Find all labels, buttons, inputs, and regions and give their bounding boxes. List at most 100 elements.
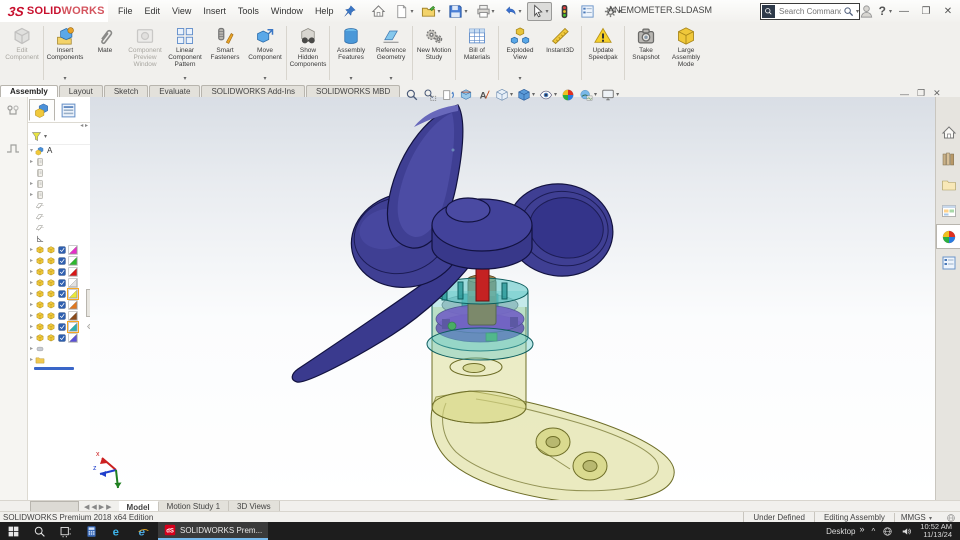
- save-button[interactable]: ▾: [445, 2, 470, 21]
- globe-icon[interactable]: [946, 513, 956, 523]
- appearance-swatch[interactable]: [68, 255, 78, 266]
- assembly-features-button[interactable]: Assembly Features ▾: [331, 22, 371, 84]
- tab-layout[interactable]: Layout: [58, 85, 103, 97]
- tab-assembly[interactable]: Assembly: [0, 85, 58, 97]
- exploded-view-button[interactable]: Exploded View ▾: [500, 22, 540, 84]
- filter-dropdown-caret[interactable]: ▾: [44, 133, 47, 140]
- insert-components-button[interactable]: Insert Components ▾: [45, 22, 85, 84]
- zoom-fit-button[interactable]: [403, 88, 421, 102]
- tray-show-hidden-caret[interactable]: ^: [872, 527, 876, 536]
- appearance-swatch[interactable]: [67, 320, 79, 333]
- insert-components-dropdown-caret[interactable]: ▾: [63, 75, 66, 82]
- menu-window[interactable]: Window: [265, 2, 309, 20]
- expand-arrow[interactable]: ▸: [28, 246, 35, 253]
- save-dropdown-caret[interactable]: ▾: [464, 8, 467, 15]
- select-button[interactable]: ▾: [526, 1, 552, 21]
- apply-scene-button[interactable]: ▾: [577, 88, 599, 102]
- exploded-view-dropdown-caret[interactable]: ▾: [518, 75, 521, 82]
- tab-nav-arrows[interactable]: ◀◀▶▶: [79, 503, 119, 511]
- pane-right-icon[interactable]: [882, 88, 893, 99]
- appearance-swatch[interactable]: [68, 266, 78, 277]
- tree-row[interactable]: [28, 200, 90, 211]
- annotations-button[interactable]: A: [475, 88, 493, 102]
- sketch-step-icon[interactable]: [5, 140, 21, 156]
- expand-arrow[interactable]: ▸: [28, 279, 35, 286]
- network-icon[interactable]: [882, 526, 893, 537]
- taskpane-view-palette-button[interactable]: [936, 198, 960, 223]
- tree-component-row[interactable]: ▸: [28, 332, 90, 343]
- print-dropdown-caret[interactable]: ▾: [492, 8, 495, 15]
- linear-pattern-dropdown-caret[interactable]: ▾: [183, 75, 186, 82]
- component-flyout-icon[interactable]: [5, 103, 21, 119]
- rebuild-button[interactable]: [554, 2, 575, 21]
- menu-file[interactable]: File: [112, 2, 139, 20]
- tree-row[interactable]: [28, 222, 90, 233]
- taskbar-active-task[interactable]: dS SOLIDWORKS Prem...: [158, 522, 269, 540]
- desktop-label[interactable]: Desktop: [826, 527, 855, 536]
- undo-dropdown-caret[interactable]: ▾: [519, 8, 522, 15]
- taskpane-custom-properties-button[interactable]: [936, 250, 960, 275]
- tree-row[interactable]: ▸: [28, 189, 90, 200]
- taskpane-file-explorer-button[interactable]: [936, 172, 960, 197]
- pane-left-icon[interactable]: [865, 88, 876, 99]
- tree-component-row[interactable]: ▸: [28, 277, 90, 288]
- tree-row[interactable]: ▸: [28, 156, 90, 167]
- options-list-button[interactable]: [577, 2, 598, 21]
- taskbar-start-button[interactable]: [0, 522, 26, 540]
- expand-arrow[interactable]: ▸: [28, 345, 35, 352]
- show-hidden-components-button[interactable]: Show Hidden Components: [288, 22, 328, 84]
- expand-arrow[interactable]: ▸: [28, 257, 35, 264]
- smart-fasteners-button[interactable]: Smart Fasteners: [205, 22, 245, 84]
- display-style-caret[interactable]: ▾: [532, 91, 535, 98]
- search-scope-icon[interactable]: [762, 5, 775, 18]
- tree-row[interactable]: ▸: [28, 354, 90, 365]
- rollback-bar[interactable]: [34, 367, 74, 370]
- reference-geometry-dropdown-caret[interactable]: ▾: [389, 75, 392, 82]
- new-document-dropdown-caret[interactable]: ▾: [410, 8, 413, 15]
- tree-row[interactable]: ▸: [28, 178, 90, 189]
- minimize-button[interactable]: —: [894, 3, 914, 19]
- menu-insert[interactable]: Insert: [197, 2, 232, 20]
- user-account-icon[interactable]: [859, 4, 874, 19]
- search-commands-box[interactable]: ▾: [760, 3, 860, 20]
- taskbar-search-button[interactable]: [26, 522, 52, 540]
- doc-close-button[interactable]: ✕: [933, 88, 941, 99]
- component-preview-window-button[interactable]: Component Preview Window: [125, 22, 165, 84]
- taskbar-internet-explorer-button[interactable]: e: [130, 522, 156, 540]
- doc-tab-motion-study-1[interactable]: Motion Study 1: [158, 500, 230, 512]
- tree-component-row[interactable]: ▸: [28, 244, 90, 255]
- help-button[interactable]: ?: [879, 4, 886, 18]
- expand-arrow[interactable]: ▸: [28, 323, 35, 330]
- tree-row[interactable]: [28, 233, 90, 244]
- units-selector[interactable]: MMGS ▾: [893, 513, 938, 522]
- appearance-swatch[interactable]: [68, 332, 78, 343]
- search-icon[interactable]: [843, 6, 854, 17]
- tree-row[interactable]: ▸: [28, 343, 90, 354]
- undo-button[interactable]: ▾: [500, 2, 525, 21]
- appearance-swatch[interactable]: [68, 299, 78, 310]
- expand-arrow[interactable]: ▸: [28, 356, 35, 363]
- appearance-swatch[interactable]: [68, 244, 78, 255]
- appearance-swatch[interactable]: [68, 310, 78, 321]
- instant3d-button[interactable]: Instant3D: [540, 22, 580, 84]
- expand-arrow[interactable]: ▸: [28, 301, 35, 308]
- tab-property-manager[interactable]: [55, 99, 81, 121]
- apply-scene-caret[interactable]: ▾: [594, 91, 597, 98]
- tree-component-row[interactable]: ▸: [28, 287, 97, 300]
- restore-button[interactable]: ❐: [916, 3, 936, 19]
- appearance-swatch[interactable]: [67, 287, 79, 300]
- doc-tab-3d-views[interactable]: 3D Views: [229, 500, 280, 512]
- graphics-viewport[interactable]: x z: [90, 97, 935, 500]
- search-input[interactable]: [777, 6, 843, 17]
- edit-appearance-button[interactable]: [559, 88, 577, 102]
- move-component-button[interactable]: Move Component ▾: [245, 22, 285, 84]
- tree-component-row[interactable]: ▸: [28, 255, 90, 266]
- volume-icon[interactable]: [901, 526, 912, 537]
- large-assembly-mode-button[interactable]: Large Assembly Mode: [666, 22, 706, 84]
- take-snapshot-button[interactable]: Take Snapshot: [626, 22, 666, 84]
- doc-minimize-button[interactable]: —: [900, 89, 909, 99]
- taskbar-edge-button[interactable]: e: [104, 522, 130, 540]
- mate-button[interactable]: Mate: [85, 22, 125, 84]
- taskbar-calculator-app-button[interactable]: [78, 522, 104, 540]
- view-orientation-button[interactable]: ▾: [493, 88, 515, 102]
